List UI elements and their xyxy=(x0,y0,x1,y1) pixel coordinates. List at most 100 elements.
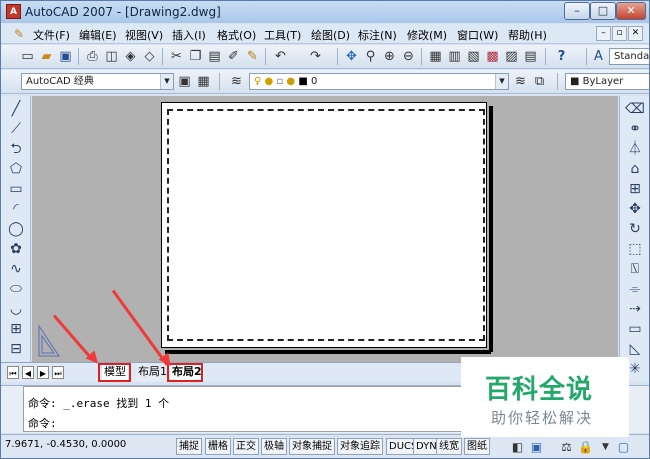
next-tab-button[interactable]: ▶ xyxy=(37,366,49,379)
publish-icon[interactable]: ◈ xyxy=(122,48,139,65)
properties-icon[interactable]: ▦ xyxy=(427,48,444,65)
save-icon[interactable]: ▣ xyxy=(57,48,74,65)
drawing-canvas[interactable] xyxy=(32,96,618,362)
command-prompt[interactable]: 命令: xyxy=(28,415,57,431)
autocad-app-icon[interactable]: A xyxy=(6,4,21,19)
dwf-icon[interactable]: ◇ xyxy=(141,48,158,65)
title-bar[interactable]: A AutoCAD 2007 - [Drawing2.dwg] – □ ✕ xyxy=(1,1,649,23)
calculator-icon[interactable]: ▤ xyxy=(522,48,539,65)
spline-icon[interactable]: ∿ xyxy=(6,260,26,279)
rectangle-icon[interactable]: ▭ xyxy=(6,180,26,199)
text-style-combo[interactable]: Standa xyxy=(609,48,649,65)
layer-combo[interactable]: ♀ ● ▫ ● ■ 0 ▼ xyxy=(249,73,509,90)
print-icon[interactable]: ⎙ xyxy=(84,48,101,65)
rotate-icon[interactable]: ↻ xyxy=(625,220,645,239)
menu-view[interactable]: 视图(V) xyxy=(125,27,163,43)
maximize-viewport-icon[interactable]: ◧ xyxy=(509,439,526,456)
scale-icon[interactable]: ⬚ xyxy=(625,240,645,259)
lineweight-toggle[interactable]: 线宽 xyxy=(436,438,462,455)
copy-icon[interactable]: ❐ xyxy=(187,48,204,65)
document-icon[interactable]: ✎ xyxy=(14,27,24,41)
break-icon[interactable]: ▭ xyxy=(625,320,645,339)
circle-icon[interactable]: ◯ xyxy=(6,220,26,239)
plot-preview-icon[interactable]: ◫ xyxy=(103,48,120,65)
minimize-button[interactable]: – xyxy=(564,2,590,20)
open-icon[interactable]: ▰ xyxy=(38,48,55,65)
workspace-combo[interactable]: AutoCAD 经典 ▼ xyxy=(21,73,174,90)
toolbar-lock-icon[interactable]: 🔒 xyxy=(577,439,594,456)
chevron-down-icon[interactable]: ▼ xyxy=(597,439,614,456)
workspace-save-icon[interactable]: ▦ xyxy=(195,73,212,90)
snap-toggle[interactable]: 捕捉 xyxy=(176,438,202,455)
pan-icon[interactable]: ✥ xyxy=(343,48,360,65)
mirror-icon[interactable]: ⏃ xyxy=(625,140,645,159)
polyline-icon[interactable]: ⮌ xyxy=(6,140,26,159)
insert-block-icon[interactable]: ⊞ xyxy=(6,320,26,339)
zoom-realtime-icon[interactable]: ⚲ xyxy=(362,48,379,65)
chevron-down-icon[interactable]: ▼ xyxy=(160,74,173,89)
arc-icon[interactable]: ◜ xyxy=(6,200,26,219)
undo-icon[interactable]: ↶ xyxy=(272,48,289,65)
grid-toggle[interactable]: 栅格 xyxy=(205,438,231,455)
chevron-down-icon[interactable]: ▼ xyxy=(495,74,508,89)
markup-icon[interactable]: ▨ xyxy=(503,48,520,65)
block-editor-icon[interactable]: ✎ xyxy=(244,48,261,65)
viewport-scale-icon[interactable]: ▣ xyxy=(528,439,545,456)
last-tab-button[interactable]: ⏭ xyxy=(52,366,64,379)
first-tab-button[interactable]: ⏮ xyxy=(7,366,19,379)
clean-screen-icon[interactable]: ▢ xyxy=(615,439,632,456)
layer-previous-icon[interactable]: ⧉ xyxy=(531,73,548,90)
menu-tools[interactable]: 工具(T) xyxy=(264,27,301,43)
match-properties-icon[interactable]: ✐ xyxy=(225,48,242,65)
doc-minimize-button[interactable]: – xyxy=(596,26,611,41)
polygon-icon[interactable]: ⬠ xyxy=(6,160,26,179)
doc-restore-button[interactable]: ▫ xyxy=(612,26,627,41)
menu-help[interactable]: 帮助(H) xyxy=(508,27,547,43)
zoom-window-icon[interactable]: ⊕ xyxy=(381,48,398,65)
copy-object-icon[interactable]: ⚭ xyxy=(625,120,645,139)
ortho-toggle[interactable]: 正交 xyxy=(233,438,259,455)
zoom-previous-icon[interactable]: ⊖ xyxy=(400,48,417,65)
text-style-icon[interactable]: A xyxy=(590,48,607,65)
ellipse-icon[interactable]: ⬭ xyxy=(6,280,26,299)
workspace-settings-icon[interactable]: ▣ xyxy=(176,73,193,90)
close-button[interactable]: ✕ xyxy=(616,2,646,20)
paper-model-toggle[interactable]: 图纸 xyxy=(464,438,490,455)
revision-cloud-icon[interactable]: ✿ xyxy=(6,240,26,259)
offset-icon[interactable]: ⌂ xyxy=(625,160,645,179)
array-icon[interactable]: ⊞ xyxy=(625,180,645,199)
construction-line-icon[interactable]: ⟋ xyxy=(6,120,26,139)
layer-manager-icon[interactable]: ≋ xyxy=(228,73,245,90)
stretch-icon[interactable]: ⍂ xyxy=(625,260,645,279)
tool-palettes-icon[interactable]: ▧ xyxy=(465,48,482,65)
otrack-toggle[interactable]: 对象追踪 xyxy=(337,438,383,455)
help-icon[interactable]: ? xyxy=(553,48,570,65)
redo-icon[interactable]: ↷ xyxy=(307,48,324,65)
erase-icon[interactable]: ⌫ xyxy=(625,100,645,119)
doc-close-button[interactable]: ✕ xyxy=(628,26,643,41)
color-combo[interactable]: ■ ByLayer xyxy=(565,73,649,90)
move-icon[interactable]: ✥ xyxy=(625,200,645,219)
extend-icon[interactable]: ⇢ xyxy=(625,300,645,319)
new-icon[interactable]: ▭ xyxy=(19,48,36,65)
annotation-scale-icon[interactable]: ⚖ xyxy=(558,439,575,456)
design-center-icon[interactable]: ▥ xyxy=(446,48,463,65)
menu-draw[interactable]: 绘图(D) xyxy=(311,27,350,43)
menu-edit[interactable]: 编辑(E) xyxy=(79,27,117,43)
ellipse-arc-icon[interactable]: ◡ xyxy=(6,300,26,319)
maximize-button[interactable]: □ xyxy=(590,2,616,20)
trim-icon[interactable]: ⌯ xyxy=(625,280,645,299)
line-icon[interactable]: ╱ xyxy=(6,100,26,119)
osnap-toggle[interactable]: 对象捕捉 xyxy=(289,438,335,455)
polar-toggle[interactable]: 极轴 xyxy=(261,438,287,455)
menu-insert[interactable]: 插入(I) xyxy=(172,27,206,43)
cut-icon[interactable]: ✂ xyxy=(168,48,185,65)
make-current-layer-icon[interactable]: ≋ xyxy=(512,73,529,90)
paste-icon[interactable]: ▤ xyxy=(206,48,223,65)
menu-file[interactable]: 文件(F) xyxy=(33,27,70,43)
prev-tab-button[interactable]: ◀ xyxy=(22,366,34,379)
make-block-icon[interactable]: ⊟ xyxy=(6,340,26,359)
menu-window[interactable]: 窗口(W) xyxy=(457,27,498,43)
sheet-set-icon[interactable]: ▩ xyxy=(484,48,501,65)
menu-modify[interactable]: 修改(M) xyxy=(407,27,447,43)
